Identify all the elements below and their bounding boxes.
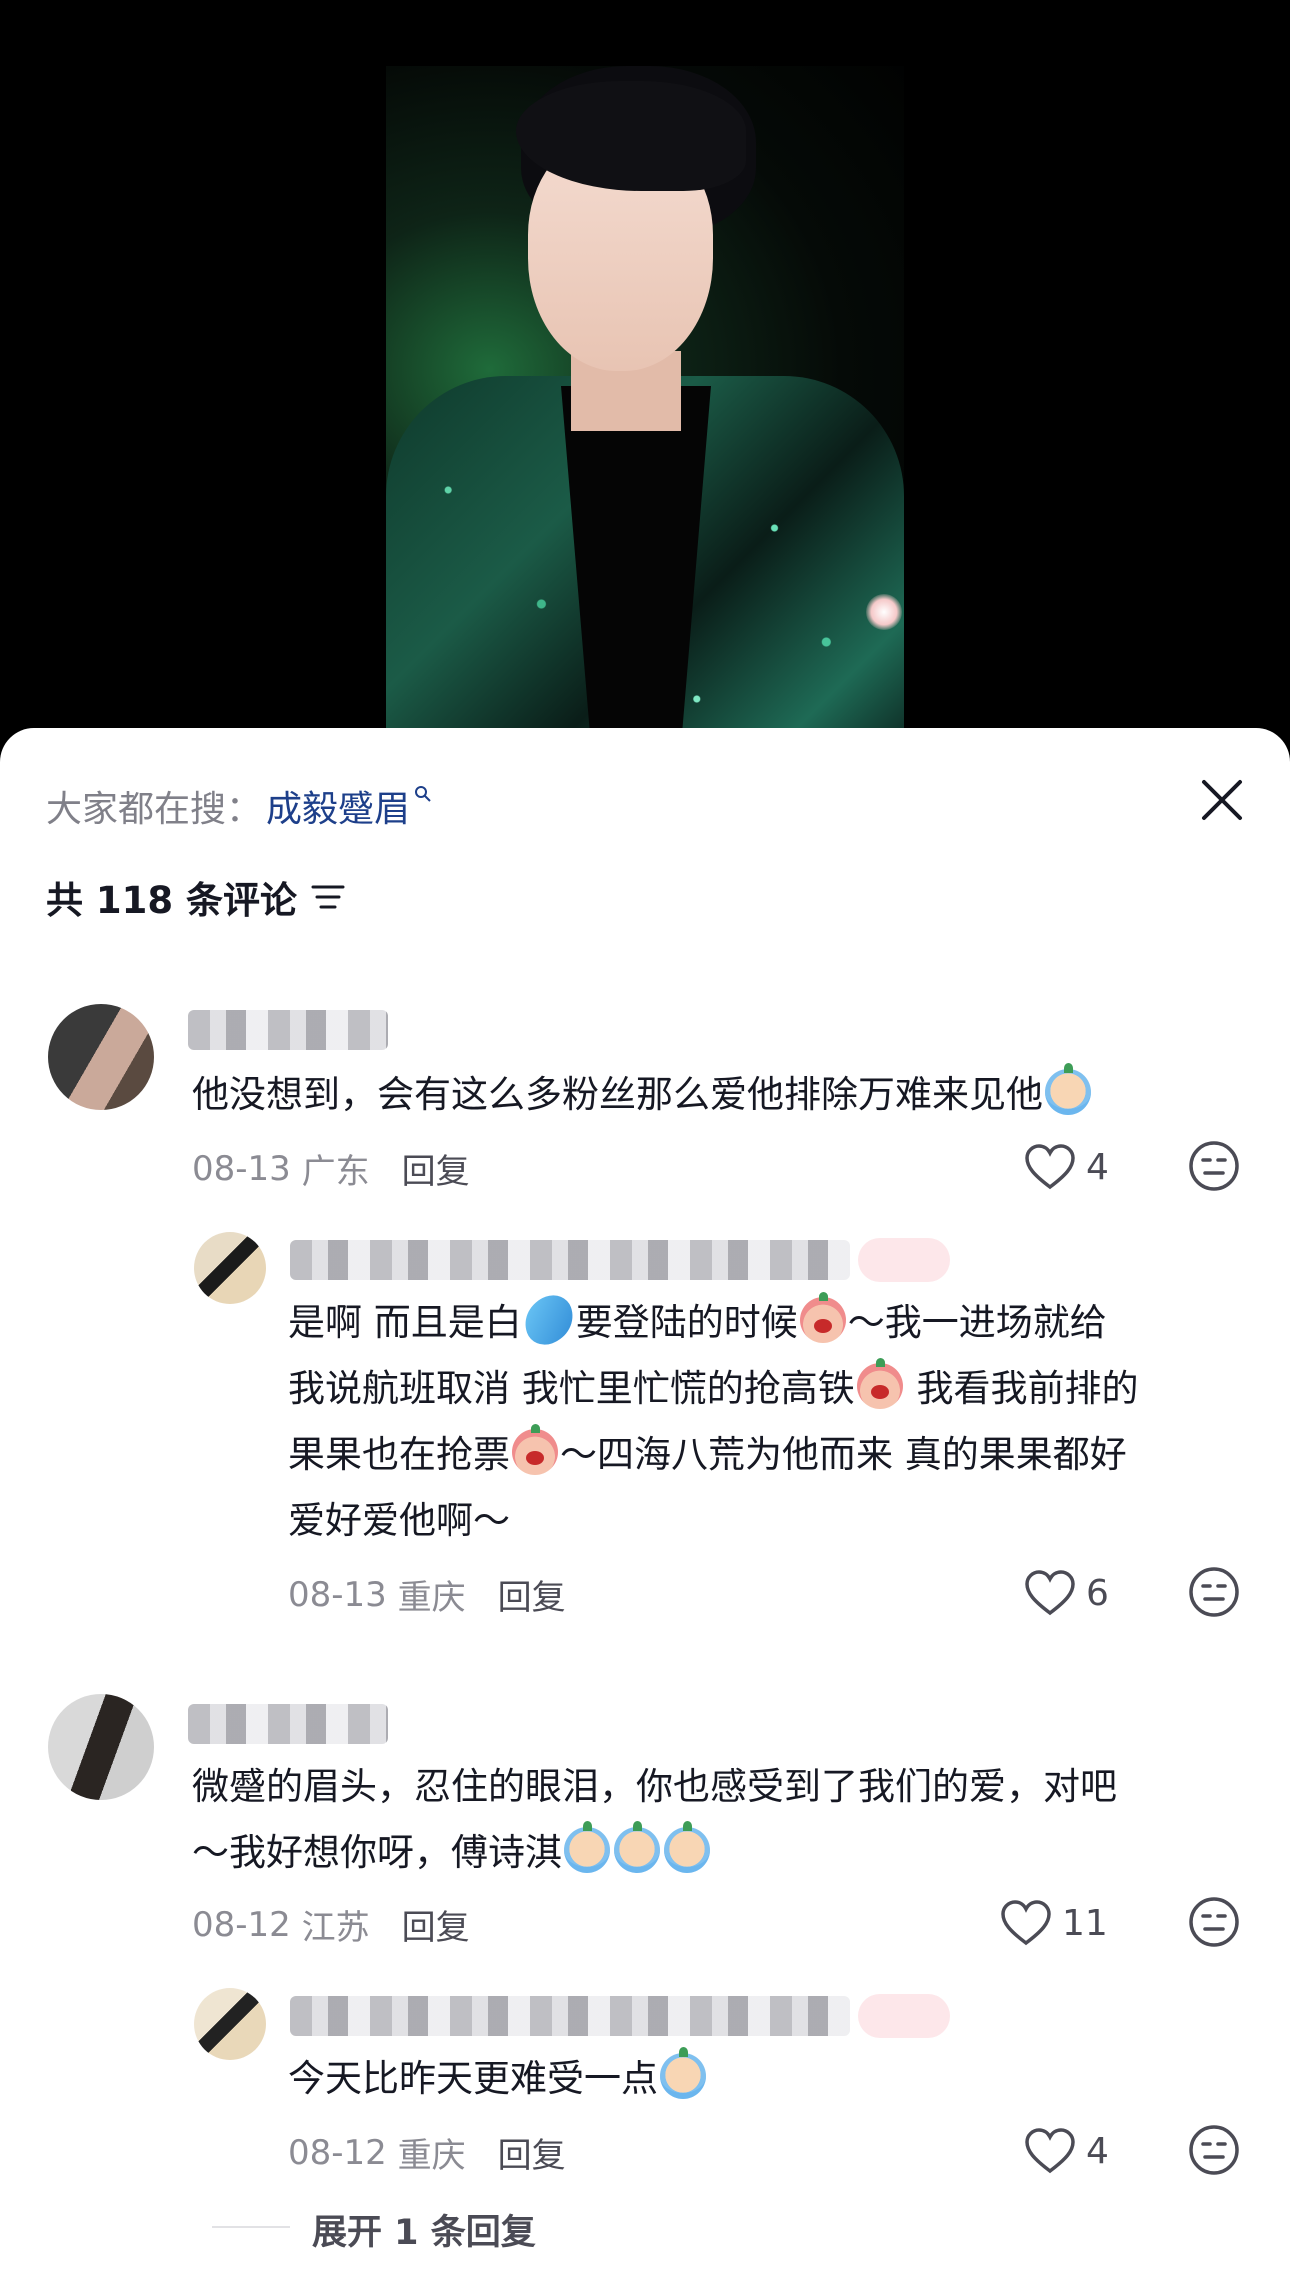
like-button[interactable]: 4 [1024, 1144, 1109, 1190]
cry-emoji [664, 1821, 710, 1873]
comment-text: 他没想到，会有这么多粉丝那么爱他排除万难来见他 [192, 1062, 1252, 1128]
like-button[interactable]: 11 [1000, 1900, 1108, 1946]
reply-button[interactable]: 回复 [402, 1144, 470, 1193]
comment-line: ～我一进场就给 [847, 1301, 1107, 1344]
comment-date: 08-12 [288, 2132, 387, 2173]
like-count: 6 [1086, 1572, 1109, 1614]
like-count: 11 [1062, 1902, 1108, 1944]
comment-line: 我看我前排的 [904, 1367, 1139, 1410]
sort-icon[interactable] [311, 883, 345, 911]
comment-line: ～我好想你呀，傅诗淇 [192, 1831, 562, 1874]
heart-icon [1025, 1570, 1075, 1616]
close-icon[interactable] [1196, 774, 1248, 826]
video-frame [386, 66, 904, 740]
cry-emoji [660, 2047, 706, 2099]
cry-emoji [564, 1821, 610, 1873]
comment-line: 爱好爱他啊～ [288, 1499, 510, 1542]
comment-location: 广东 [301, 1152, 370, 1192]
expand-replies-button[interactable]: 展开 1 条回复 [312, 2204, 536, 2255]
username-blurred[interactable] [290, 1996, 850, 2036]
stage-light [866, 594, 902, 630]
reply-button[interactable]: 回复 [498, 1570, 566, 1619]
author-tag [858, 1238, 950, 1282]
search-suggestion[interactable]: 大家都在搜： 成毅蹙眉 [46, 780, 432, 832]
comment-line: 我说航班取消 我忙里忙慌的抢高铁 [288, 1367, 855, 1410]
sob-emoji [799, 1292, 846, 1343]
search-prefix: 大家都在搜： [46, 789, 263, 830]
heart-icon [1001, 1900, 1051, 1946]
comment-date: 08-13 [288, 1574, 387, 1615]
like-count: 4 [1086, 1146, 1109, 1188]
comment-date: 08-12 [192, 1904, 291, 1945]
cry-emoji [614, 1821, 660, 1873]
comment-line: 微蹙的眉头，忍住的眼泪，你也感受到了我们的爱，对吧 [192, 1765, 1117, 1808]
expand-replies-label: 展开 1 条回复 [312, 2213, 536, 2253]
search-term-link[interactable]: 成毅蹙眉 [266, 780, 410, 832]
comment-meta: 08-13 重庆 回复 [288, 1570, 566, 1619]
username-blurred[interactable] [290, 1240, 850, 1280]
comment-location: 重庆 [397, 1578, 466, 1618]
comment-line: ～四海八荒为他而来 真的果果都好 [560, 1433, 1127, 1476]
comment-date: 08-13 [192, 1148, 291, 1189]
avatar[interactable] [48, 1004, 154, 1110]
search-icon [414, 784, 432, 809]
cry-emoji [1045, 1063, 1091, 1115]
heart-icon [1025, 1144, 1075, 1190]
comment-line: 要登陆的时候 [575, 1301, 798, 1344]
username-blurred[interactable] [188, 1010, 388, 1050]
heart-icon [1025, 2128, 1075, 2174]
reply-button[interactable]: 回复 [402, 1900, 470, 1949]
avatar[interactable] [194, 1232, 266, 1304]
sob-emoji [512, 1424, 558, 1475]
dolphin-emoji [517, 1289, 581, 1351]
dislike-face-icon[interactable] [1188, 1566, 1240, 1618]
like-count: 4 [1086, 2130, 1109, 2172]
expand-divider [212, 2226, 290, 2228]
comment-meta: 08-13 广东 回复 [192, 1144, 470, 1193]
comment-location: 江苏 [301, 1908, 370, 1948]
dislike-face-icon[interactable] [1188, 1896, 1240, 1948]
comment-line: 果果也在抢票 [288, 1433, 510, 1476]
comment-text: 是啊 而且是白 要登陆的时候 ～我一进场就给 我说航班取消 我忙里忙慌的抢高铁 我看… [288, 1289, 1248, 1554]
video-player[interactable] [0, 0, 1290, 740]
comments-sheet: 大家都在搜： 成毅蹙眉 共 118 条评论 他没想到，会有这么多粉丝那么爱他排除… [0, 728, 1290, 2293]
comments-count: 共 118 条评论 [46, 870, 345, 924]
dislike-face-icon[interactable] [1188, 2124, 1240, 2176]
like-button[interactable]: 6 [1024, 1570, 1109, 1616]
reply-button[interactable]: 回复 [498, 2128, 566, 2177]
comment-meta: 08-12 重庆 回复 [288, 2128, 566, 2177]
avatar[interactable] [48, 1694, 154, 1800]
comment-line: 是啊 而且是白 [288, 1301, 522, 1344]
comment-text: 今天比昨天更难受一点 [288, 2046, 1248, 2112]
comments-count-label: 共 118 条评论 [46, 879, 297, 922]
avatar[interactable] [194, 1988, 266, 2060]
like-button[interactable]: 4 [1024, 2128, 1109, 2174]
comment-meta: 08-12 江苏 回复 [192, 1900, 470, 1949]
dislike-face-icon[interactable] [1188, 1140, 1240, 1192]
author-tag [858, 1994, 950, 2038]
comment-body: 他没想到，会有这么多粉丝那么爱他排除万难来见他 [192, 1073, 1043, 1116]
comment-location: 重庆 [397, 2136, 466, 2176]
username-blurred[interactable] [188, 1704, 388, 1744]
comment-text: 微蹙的眉头，忍住的眼泪，你也感受到了我们的爱，对吧 ～我好想你呀，傅诗淇 [192, 1754, 1262, 1886]
comment-body: 今天比昨天更难受一点 [288, 2057, 658, 2100]
sob-emoji [856, 1358, 903, 1409]
